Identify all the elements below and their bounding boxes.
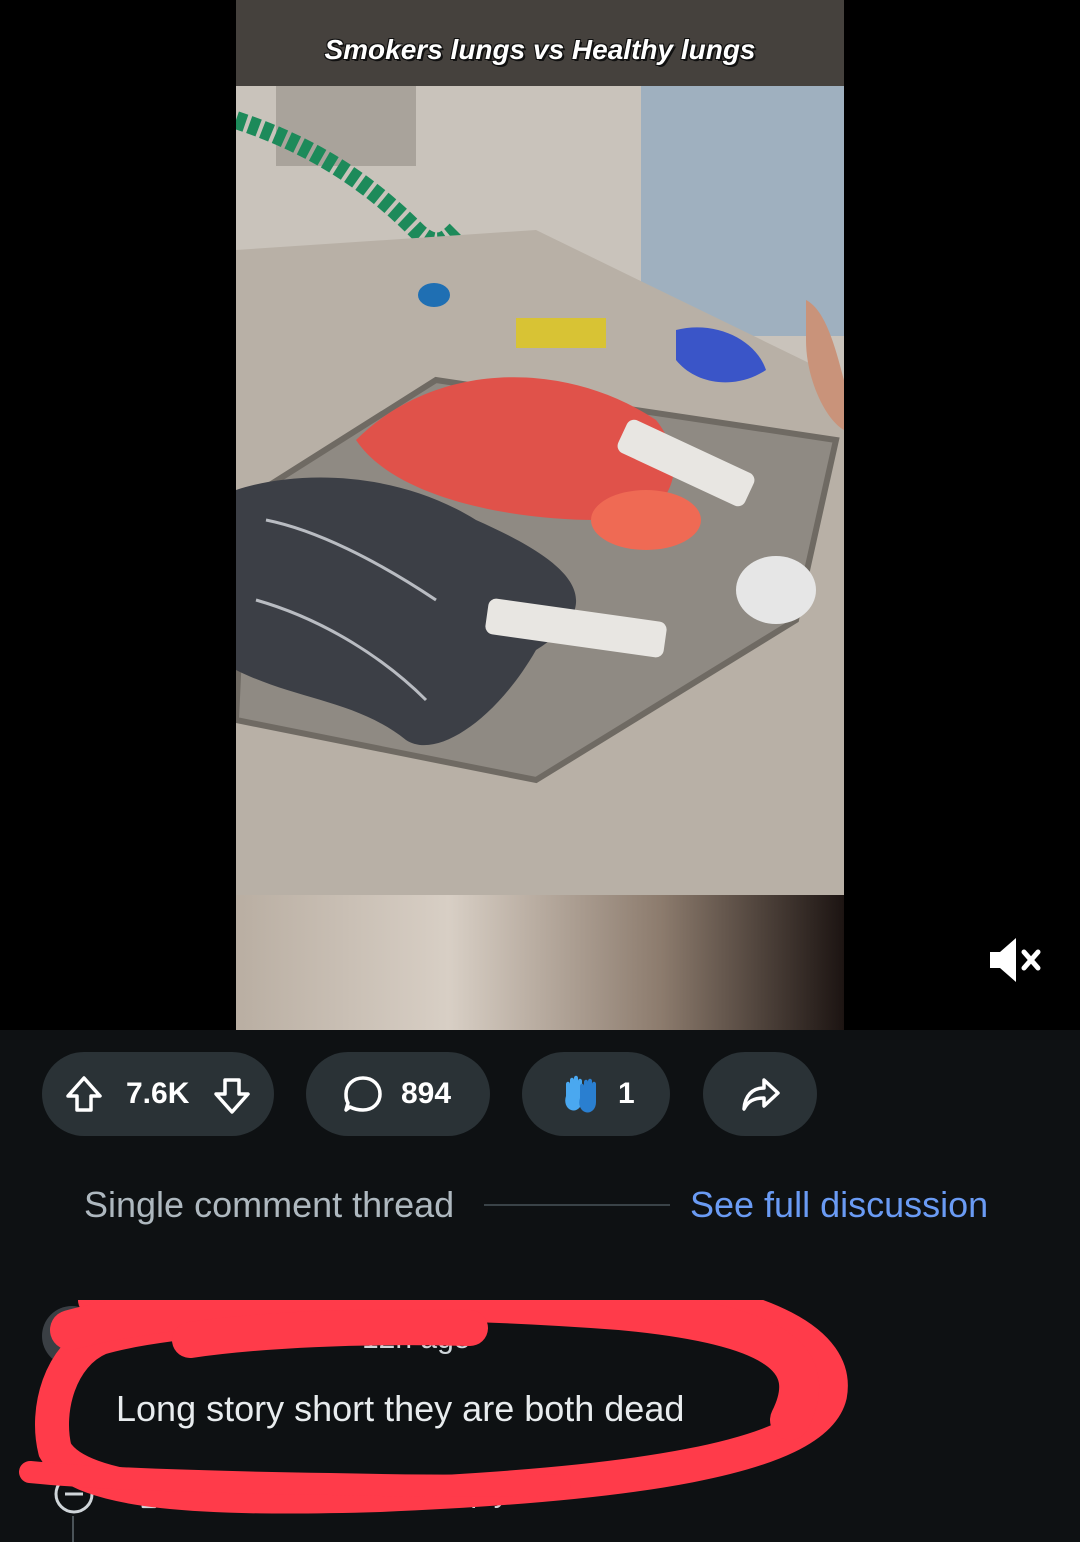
thread-header: Single comment thread See full discussio…	[0, 1180, 1080, 1230]
comment-age: 12h ago	[362, 1322, 471, 1355]
comments-button[interactable]: 894	[306, 1052, 490, 1136]
mute-button[interactable]	[986, 930, 1046, 990]
speaker-muted-icon	[990, 938, 1041, 982]
avatar[interactable]	[42, 1306, 102, 1366]
post-action-bar: 7.6K 894 1	[0, 1052, 1080, 1136]
arrow-up-icon[interactable]	[64, 1074, 104, 1114]
award-count: 1	[618, 1077, 635, 1110]
award-button[interactable]: 1	[522, 1052, 670, 1136]
see-full-discussion-link[interactable]: See full discussion	[690, 1184, 988, 1226]
comment-vote-count: 1.2K	[190, 1476, 252, 1509]
video-scene	[236, 86, 844, 895]
arrow-up-icon[interactable]	[132, 1476, 166, 1515]
video-frame-bottom	[236, 895, 844, 1030]
thread-line	[72, 1516, 74, 1542]
comment-count: 894	[401, 1077, 452, 1110]
video-player[interactable]: Smokers lungs vs Healthy lungs	[0, 0, 1080, 1030]
speech-bubble-icon	[342, 1074, 384, 1116]
comment-body: Long story short they are both dead	[116, 1388, 685, 1429]
video-frame[interactable]: Smokers lungs vs Healthy lungs	[236, 0, 844, 1030]
divider	[484, 1204, 670, 1206]
comment: 12h ago Long story short they are both d…	[0, 1300, 1080, 1542]
waving-hands-icon	[558, 1072, 602, 1116]
arrow-down-icon[interactable]	[276, 1476, 310, 1515]
minus-circle-icon[interactable]	[52, 1472, 96, 1521]
share-arrow-icon	[740, 1076, 782, 1114]
arrow-down-icon[interactable]	[212, 1076, 252, 1116]
reply-button[interactable]: Reply	[374, 1472, 544, 1522]
vote-pill: 7.6K	[42, 1052, 274, 1136]
vote-count: 7.6K	[126, 1077, 190, 1110]
single-comment-thread-label: Single comment thread	[84, 1184, 455, 1225]
speech-bubble-icon	[374, 1476, 408, 1515]
comment-actions: 1.2K Reply	[52, 1472, 572, 1532]
reply-label: Reply	[432, 1476, 509, 1509]
share-button[interactable]	[703, 1052, 817, 1136]
